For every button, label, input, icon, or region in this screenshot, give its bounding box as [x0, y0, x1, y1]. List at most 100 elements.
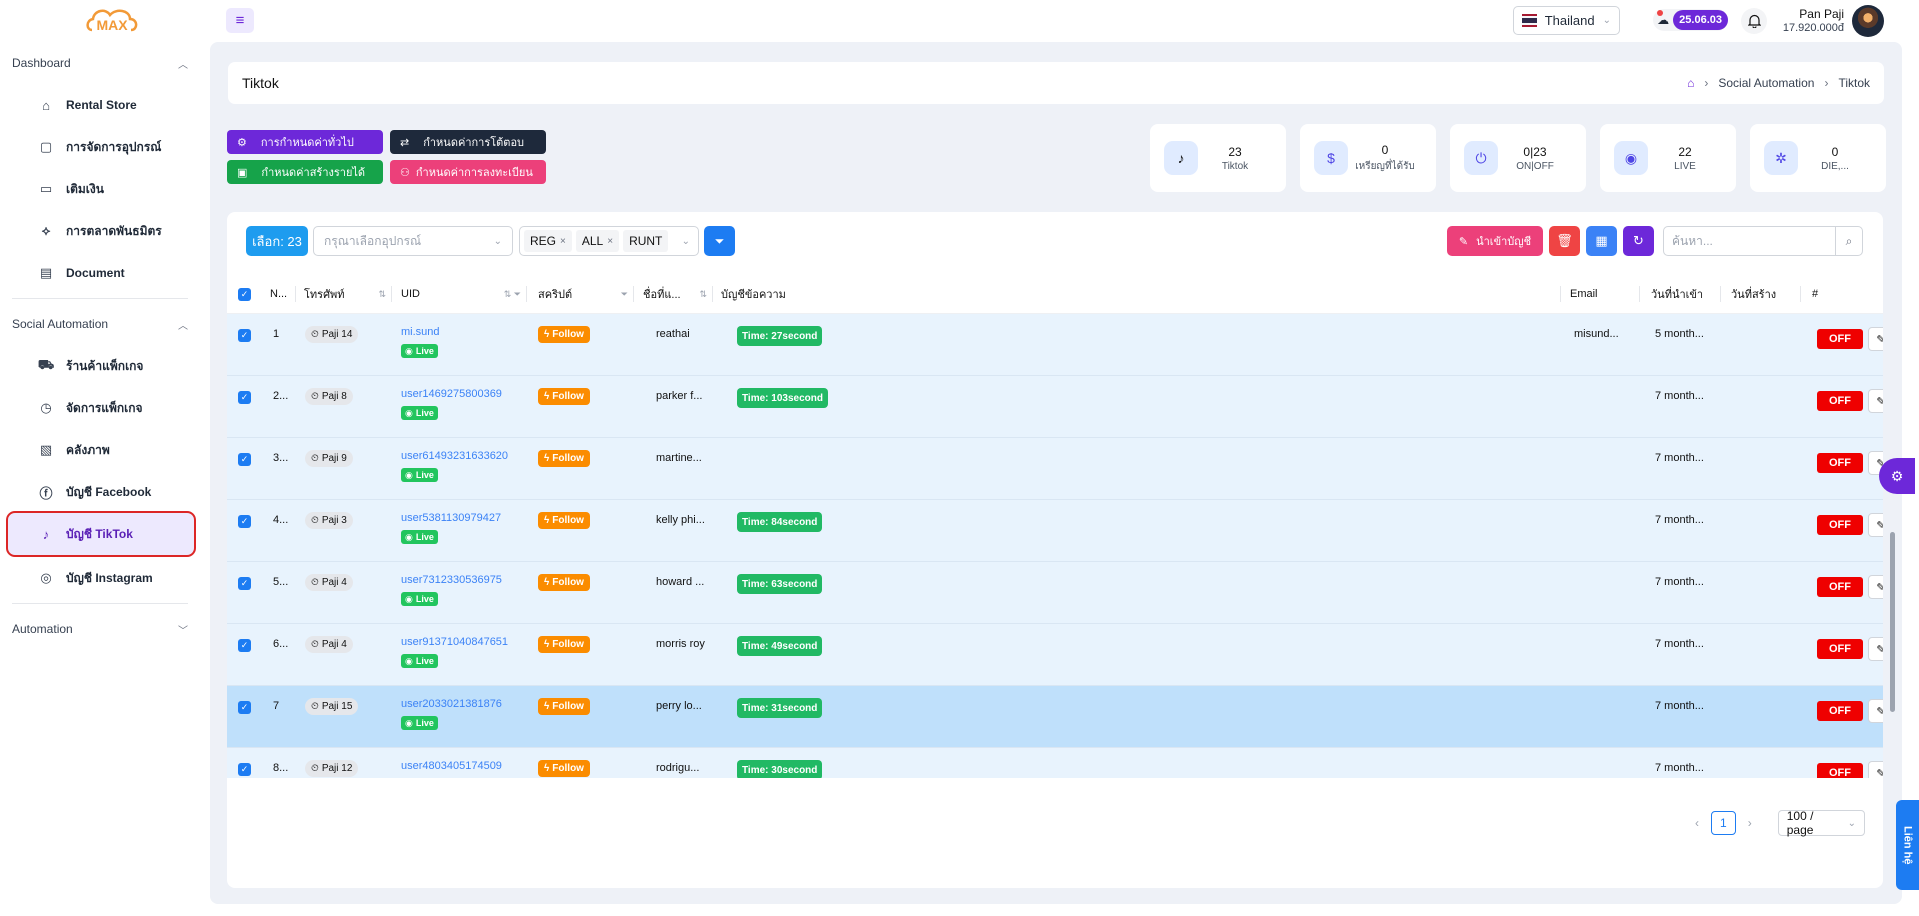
row-checkbox[interactable]: ✓: [238, 453, 251, 466]
sort-icon[interactable]: ⇅: [699, 289, 713, 300]
status-tag-select[interactable]: REG × ALL × RUNT ⌄: [519, 226, 699, 256]
sidebar-item-affiliate[interactable]: ⟡ การตลาดพันธมิตร: [8, 210, 194, 252]
selected-count-badge[interactable]: เลือก: 23: [246, 226, 308, 256]
uid-link[interactable]: mi.sund: [401, 326, 440, 338]
user-info[interactable]: Pan Paji 17.920.000đ: [1770, 7, 1844, 34]
edit-button[interactable]: ✎: [1868, 575, 1883, 599]
edit-button[interactable]: ✎: [1868, 761, 1883, 778]
phone-pill[interactable]: ⏲ Paji 4: [305, 574, 353, 591]
table-scrollbar[interactable]: [1890, 532, 1895, 712]
toggle-off-button[interactable]: OFF: [1817, 701, 1863, 721]
avatar[interactable]: [1852, 5, 1884, 37]
toggle-off-button[interactable]: OFF: [1817, 329, 1863, 349]
columns-button[interactable]: ▦: [1586, 226, 1617, 256]
sidebar-section-automation[interactable]: Automation ﹀: [0, 608, 200, 650]
toggle-off-button[interactable]: OFF: [1817, 639, 1863, 659]
row-checkbox[interactable]: ✓: [238, 639, 251, 652]
country-select[interactable]: Thailand ⌄: [1513, 6, 1620, 35]
column-header-name[interactable]: ชื่อที่แ... ⇅: [643, 274, 713, 314]
toggle-off-button[interactable]: OFF: [1817, 453, 1863, 473]
table-row[interactable]: ✓ 3... ⏲ Paji 9 user61493231633620 ◉ Live ϟ Foll…: [227, 438, 1883, 500]
sidebar-item-instagram[interactable]: ◎ บัญชี Instagram: [8, 557, 194, 599]
contact-tab[interactable]: Liên hệ: [1896, 800, 1919, 890]
search-input[interactable]: [1664, 227, 1835, 255]
device-select[interactable]: กรุณาเลือกอุปกรณ์ ⌄: [313, 226, 513, 256]
floating-device-button[interactable]: ⚙: [1879, 458, 1915, 494]
edit-button[interactable]: ✎: [1868, 699, 1883, 723]
uid-link[interactable]: user7312330536975: [401, 574, 502, 586]
sidebar-item-tiktok[interactable]: ♪ บัญชี TikTok: [6, 511, 196, 557]
home-icon[interactable]: ⌂: [1687, 76, 1694, 90]
page-button-current[interactable]: 1: [1711, 811, 1736, 835]
row-checkbox[interactable]: ✓: [238, 391, 251, 404]
income-settings-button[interactable]: ▣ กำหนดค่าสร้างรายได้: [227, 160, 383, 184]
toggle-off-button[interactable]: OFF: [1817, 391, 1863, 411]
phone-pill[interactable]: ⏲ Paji 8: [305, 388, 353, 405]
row-checkbox[interactable]: ✓: [238, 701, 251, 714]
filter-button[interactable]: ⏷: [704, 226, 735, 256]
sidebar-section-social-automation[interactable]: Social Automation ︿: [0, 303, 200, 345]
sidebar-item-manage-packages[interactable]: ◷ จัดการแพ็กเกจ: [8, 387, 194, 429]
sidebar-item-facebook[interactable]: ⓕ บัญชี Facebook: [8, 471, 194, 513]
phone-pill[interactable]: ⏲ Paji 9: [305, 450, 353, 467]
search-button[interactable]: ⌕: [1835, 227, 1862, 255]
edit-button[interactable]: ✎: [1868, 637, 1883, 661]
sidebar-section-dashboard[interactable]: Dashboard ︿: [0, 42, 200, 84]
refresh-button[interactable]: ↻: [1623, 226, 1654, 256]
sidebar-item-document[interactable]: ▤ Document: [8, 252, 194, 294]
uid-link[interactable]: user5381130979427: [401, 512, 501, 524]
table-row[interactable]: ✓ 2... ⏲ Paji 8 user1469275800369 ◉ Live ϟ Follo…: [227, 376, 1883, 438]
uid-link[interactable]: user1469275800369: [401, 388, 502, 400]
sidebar-item-topup[interactable]: ▭ เติมเงิน: [8, 168, 194, 210]
delete-button[interactable]: 🗑: [1549, 226, 1580, 256]
phone-pill[interactable]: ⏲ Paji 14: [305, 326, 359, 343]
toggle-off-button[interactable]: OFF: [1817, 763, 1863, 778]
phone-pill[interactable]: ⏲ Paji 3: [305, 512, 353, 529]
uid-link[interactable]: user2033021381876: [401, 698, 502, 710]
notification-button[interactable]: [1741, 8, 1767, 34]
next-page-button[interactable]: ›: [1748, 816, 1752, 830]
header-select-all[interactable]: ✓: [238, 274, 262, 314]
table-row[interactable]: ✓ 6... ⏲ Paji 4 user91371040847651 ◉ Live ϟ Foll…: [227, 624, 1883, 686]
sort-filter-icon[interactable]: ⇅ ⏷: [504, 289, 527, 300]
page-size-select[interactable]: 100 / page ⌄: [1777, 809, 1865, 837]
phone-pill[interactable]: ⏲ Paji 15: [305, 698, 359, 715]
row-checkbox[interactable]: ✓: [238, 763, 251, 776]
uid-link[interactable]: user4803405174509: [401, 760, 502, 772]
edit-button[interactable]: ✎: [1868, 327, 1883, 351]
edit-button[interactable]: ✎: [1868, 513, 1883, 537]
breadcrumb-social-automation[interactable]: Social Automation: [1718, 76, 1814, 90]
menu-toggle-button[interactable]: ≡: [226, 8, 254, 33]
uid-link[interactable]: user91371040847651: [401, 636, 508, 648]
version-pill[interactable]: ☁ 25.06.03: [1653, 9, 1728, 31]
edit-button[interactable]: ✎: [1868, 389, 1883, 413]
general-settings-button[interactable]: ⚙ การกำหนดค่าทั่วไป: [227, 130, 383, 154]
table-row[interactable]: ✓ 1 ⏲ Paji 14 mi.sund ◉ Live ϟ Follow reathai Time…: [227, 314, 1883, 376]
max-logo[interactable]: MAX: [84, 4, 140, 40]
interaction-settings-button[interactable]: ⇄ กำหนดค่าการโต้ตอบ: [390, 130, 546, 154]
phone-pill[interactable]: ⏲ Paji 4: [305, 636, 353, 653]
register-settings-button[interactable]: ⚇ กำหนดค่าการลงทะเบียน: [390, 160, 546, 184]
sidebar-item-devices[interactable]: ▢ การจัดการอุปกรณ์: [8, 126, 194, 168]
sidebar-item-gallery[interactable]: ▧ คลังภาพ: [8, 429, 194, 471]
sidebar-item-rental-store[interactable]: ⌂ Rental Store: [8, 84, 194, 126]
sidebar-item-package-store[interactable]: ⛟ ร้านค้าแพ็กเกจ: [8, 345, 194, 387]
row-checkbox[interactable]: ✓: [238, 577, 251, 590]
column-header-script[interactable]: สคริปต์ ⏷: [538, 274, 634, 314]
table-row[interactable]: ✓ 7 ⏲ Paji 15 user2033021381876 ◉ Live ϟ Follow p…: [227, 686, 1883, 748]
table-row[interactable]: ✓ 8... ⏲Paji 12 user4803405174509◉Live ϟFoll…: [227, 748, 1883, 778]
toggle-off-button[interactable]: OFF: [1817, 515, 1863, 535]
close-icon[interactable]: ×: [560, 236, 566, 247]
close-icon[interactable]: ×: [607, 236, 613, 247]
toggle-off-button[interactable]: OFF: [1817, 577, 1863, 597]
row-checkbox[interactable]: ✓: [238, 515, 251, 528]
column-header-phone[interactable]: โทรศัพท์ ⇅: [304, 274, 392, 314]
column-header-uid[interactable]: UID ⇅ ⏷: [401, 274, 527, 314]
phone-pill[interactable]: ⏲ Paji 12: [305, 760, 359, 777]
table-row[interactable]: ✓ 4... ⏲ Paji 3 user5381130979427 ◉ Live ϟ Follo…: [227, 500, 1883, 562]
table-row[interactable]: ✓ 5... ⏲ Paji 4 user7312330536975 ◉ Live ϟ Follo…: [227, 562, 1883, 624]
import-accounts-button[interactable]: ✎ นำเข้าบัญชี: [1447, 226, 1543, 256]
uid-link[interactable]: user61493231633620: [401, 450, 508, 462]
row-checkbox[interactable]: ✓: [238, 329, 251, 342]
prev-page-button[interactable]: ‹: [1695, 816, 1699, 830]
